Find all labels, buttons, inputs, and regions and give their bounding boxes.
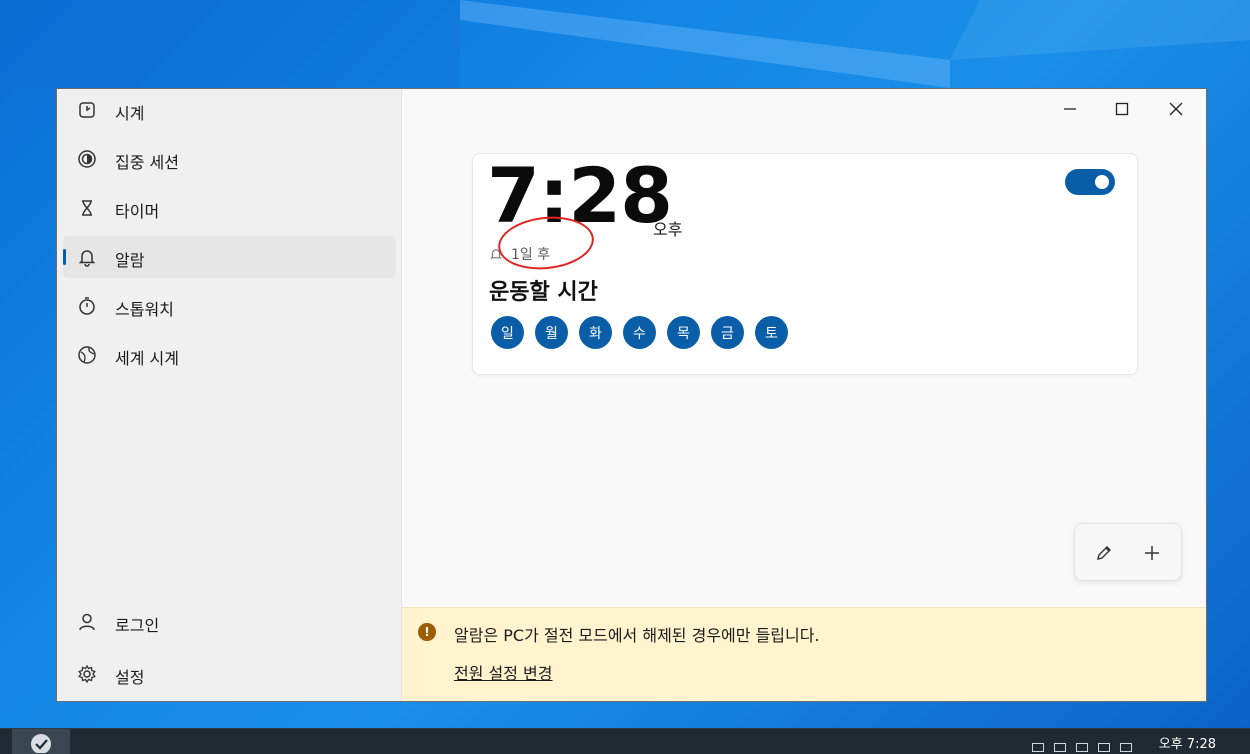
sidebar-item-clock[interactable]: 시계	[63, 89, 396, 131]
day-chip: 금	[711, 316, 744, 349]
day-chip: 토	[755, 316, 788, 349]
notice-text: 알람은 PC가 절전 모드에서 해제된 경우에만 들립니다.	[454, 626, 820, 645]
chevron-up-icon[interactable]	[1032, 743, 1044, 752]
stopwatch-icon	[79, 297, 95, 315]
alarm-toggle[interactable]	[1065, 169, 1115, 195]
notice-banner: ! 알람은 PC가 절전 모드에서 해제된 경우에만 들립니다. 전원 설정 변…	[402, 607, 1206, 701]
bell-icon	[78, 250, 96, 267]
hourglass-icon	[82, 200, 92, 216]
sidebar-item-alarm[interactable]: 알람	[63, 236, 396, 278]
person-icon	[79, 613, 95, 631]
sidebar-item-world-clock[interactable]: 세계 시계	[63, 334, 396, 376]
sidebar-item-label: 집중 세션	[115, 153, 179, 172]
minimize-button[interactable]	[1048, 95, 1092, 123]
clock-app-taskbar-icon	[31, 733, 51, 753]
clock-icon	[79, 102, 95, 118]
volume-icon[interactable]	[1098, 743, 1110, 752]
alarm-card[interactable]: 7:28 오후 1일 후 운동할 시간 일 월 화 수 목 금 토	[472, 153, 1138, 375]
sidebar-item-label: 시계	[115, 104, 145, 123]
system-tray	[1032, 743, 1132, 752]
minimize-icon	[1064, 108, 1076, 110]
sidebar-item-label: 설정	[115, 668, 145, 687]
sidebar-item-settings[interactable]: 설정	[63, 653, 396, 695]
language-icon[interactable]	[1120, 743, 1132, 752]
close-button[interactable]	[1154, 95, 1198, 123]
sidebar-item-sign-in[interactable]: 로그인	[63, 601, 396, 643]
sidebar-item-label: 스톱워치	[115, 300, 174, 319]
maximize-icon	[1115, 102, 1129, 116]
power-settings-link[interactable]: 전원 설정 변경	[454, 660, 553, 684]
sidebar-item-timer[interactable]: 타이머	[63, 187, 396, 229]
plus-icon	[1145, 546, 1159, 560]
add-alarm-button[interactable]	[1135, 536, 1169, 570]
alarm-actions	[1074, 523, 1182, 581]
taskbar-clock[interactable]: 오후 7:28	[1159, 733, 1216, 752]
focus-session-icon	[78, 150, 96, 168]
alarm-name: 운동할 시간	[489, 280, 598, 305]
sidebar: 시계 집중 세션 타이머 알람 스톱워치 세계 시계 로그인 설정	[57, 89, 402, 701]
taskbar: 오후 7:28	[0, 728, 1250, 754]
gear-icon	[78, 664, 96, 684]
network-icon[interactable]	[1076, 743, 1088, 752]
sidebar-item-label: 타이머	[115, 202, 160, 221]
sidebar-item-label: 로그인	[115, 616, 160, 635]
day-chip: 월	[535, 316, 568, 349]
pencil-icon	[1097, 546, 1111, 560]
day-chip: 목	[667, 316, 700, 349]
edit-alarms-button[interactable]	[1087, 536, 1121, 570]
alarm-days: 일 월 화 수 목 금 토	[491, 316, 788, 349]
sidebar-item-label: 알람	[115, 251, 145, 270]
maximize-button[interactable]	[1100, 95, 1144, 123]
battery-icon[interactable]	[1054, 743, 1066, 752]
main-pane: 7:28 오후 1일 후 운동할 시간 일 월 화 수 목 금 토 ! 알람은 …	[402, 89, 1206, 701]
start-button[interactable]	[12, 729, 70, 754]
sidebar-item-stopwatch[interactable]: 스톱워치	[63, 285, 396, 327]
sidebar-item-focus-session[interactable]: 집중 세션	[63, 138, 396, 180]
alarm-ampm: 오후	[653, 220, 683, 239]
day-chip: 일	[491, 316, 524, 349]
clock-app-window: 시계 집중 세션 타이머 알람 스톱워치 세계 시계 로그인 설정 7:28 오…	[56, 88, 1207, 702]
toggle-knob	[1095, 175, 1109, 189]
day-chip: 화	[579, 316, 612, 349]
sidebar-item-label: 세계 시계	[115, 349, 179, 368]
close-icon	[1169, 102, 1183, 116]
day-chip: 수	[623, 316, 656, 349]
warning-icon: !	[418, 623, 436, 641]
globe-icon	[78, 346, 96, 364]
